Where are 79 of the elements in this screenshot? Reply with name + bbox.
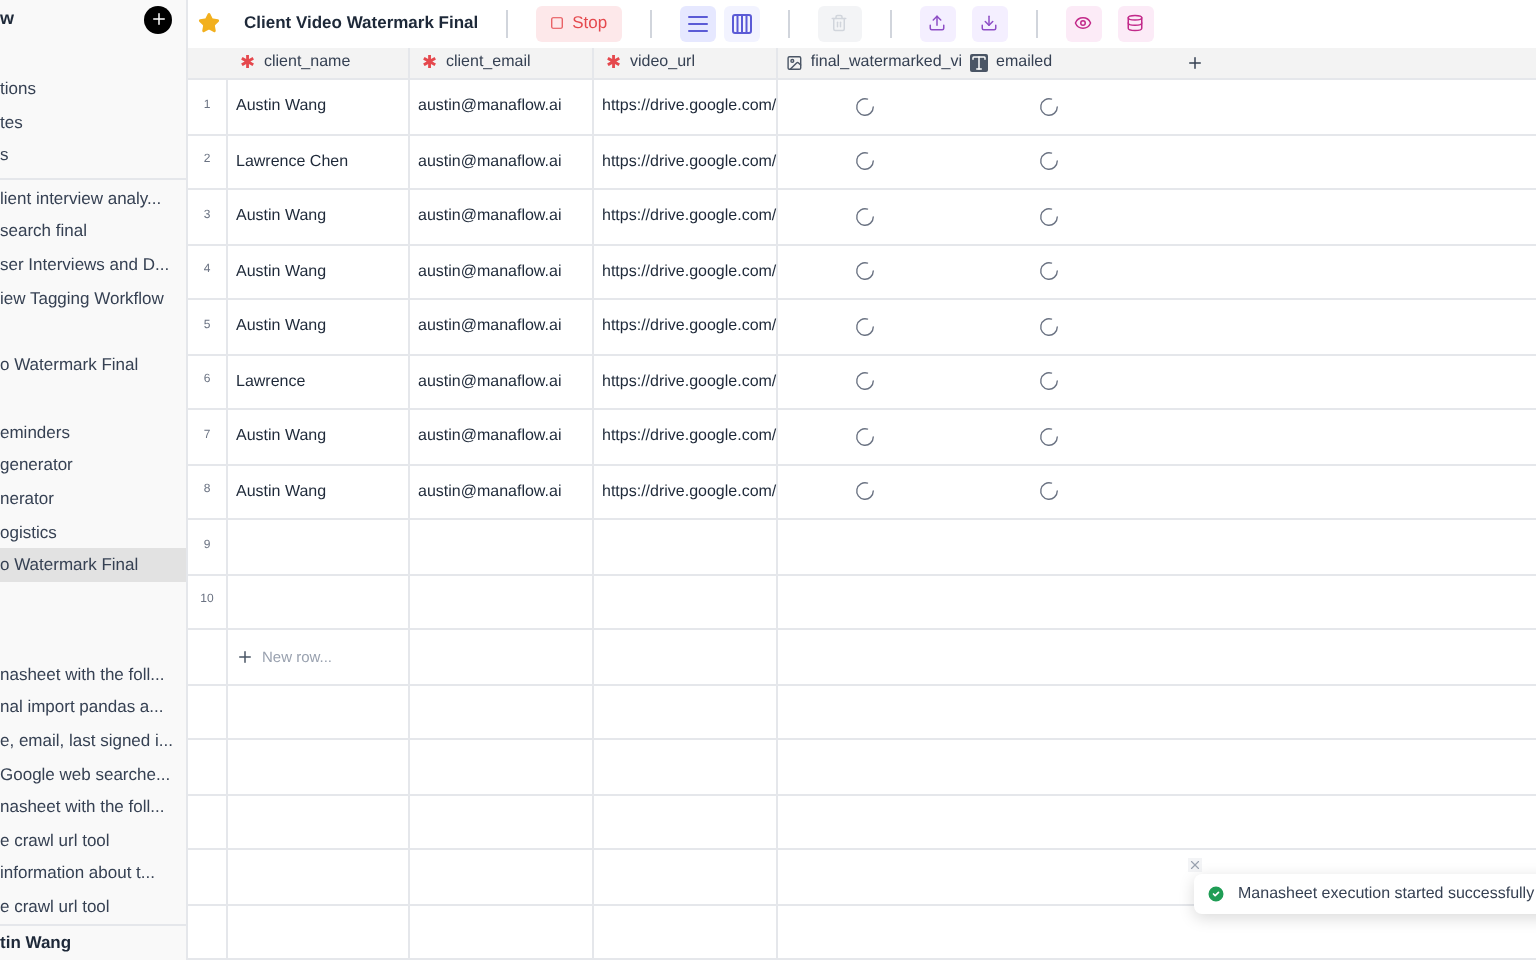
sidebar-item[interactable]: tions (0, 72, 186, 106)
column-header[interactable]: ✱ video_url (594, 47, 778, 78)
add-column-icon[interactable] (1186, 53, 1204, 72)
user-name: tin Wang (0, 929, 72, 956)
table-cell: Lawrence Chen (236, 149, 349, 174)
download-icon (980, 14, 999, 33)
table-cell: austin@manaflow.ai (418, 314, 562, 339)
column-header[interactable]: final_watermarked_vi (778, 47, 962, 78)
stop-square-icon (550, 16, 565, 31)
sidebar-item[interactable]: nerator (0, 482, 186, 516)
column-header[interactable]: ✱ client_name (228, 47, 410, 78)
sidebar-item[interactable]: e, email, last signed i... (0, 724, 186, 758)
table-cell: austin@manaflow.ai (418, 149, 562, 174)
table-cell: Lawrence (236, 369, 306, 394)
required-marker: ✱ (422, 53, 438, 72)
sidebar-item[interactable]: s (0, 138, 186, 172)
sidebar-item[interactable]: nal import pandas a... (0, 690, 186, 725)
required-marker: ✱ (606, 53, 622, 72)
upload-icon (928, 14, 947, 33)
check-circle-icon (1206, 884, 1226, 904)
table-cell: Austin Wang (236, 314, 327, 339)
toast-message: Manasheet execution started successfully (1238, 882, 1535, 906)
table-cell: https://drive.google.com/ (602, 149, 777, 174)
table-cell: Austin Wang (236, 424, 327, 449)
column-header[interactable]: ✱ client_email (410, 47, 594, 78)
rows-view-icon (685, 11, 710, 36)
table-cell: austin@manaflow.ai (418, 204, 562, 229)
table-cell: https://drive.google.com/ (602, 369, 777, 394)
table-cell: https://drive.google.com/ (602, 94, 777, 119)
upload-button[interactable] (919, 5, 956, 42)
columns-view-icon (729, 11, 754, 36)
table-cell: austin@manaflow.ai (418, 369, 562, 394)
view-toggle-button[interactable] (723, 5, 760, 42)
table-cell: austin@manaflow.ai (418, 479, 562, 504)
sidebar-item[interactable]: nasheet with the foll... (0, 657, 186, 691)
plus-icon (149, 10, 167, 29)
download-button[interactable] (971, 5, 1008, 42)
sidebar-item[interactable]: ser Interviews and D... (0, 248, 186, 282)
sidebar-item[interactable]: tes (0, 105, 186, 139)
star-icon[interactable] (198, 12, 220, 35)
sidebar-item[interactable]: eminders (0, 415, 186, 449)
sidebar-item[interactable]: o Watermark Final (0, 548, 186, 582)
sidebar-item[interactable]: search final (0, 215, 186, 249)
table-cell: austin@manaflow.ai (418, 94, 562, 119)
sheet-title: Client Video Watermark Final (244, 10, 479, 37)
sidebar-item[interactable]: lient interview analy... (0, 181, 186, 216)
plus-icon (236, 647, 254, 666)
table-cell: Austin Wang (236, 204, 327, 229)
sidebar-item[interactable]: iew Tagging Workflow (0, 281, 186, 315)
sidebar-item[interactable]: o Watermark Final (0, 348, 186, 382)
table-cell: https://drive.google.com/ (602, 424, 777, 449)
table-cell: https://drive.google.com/ (602, 314, 777, 339)
table-cell: Austin Wang (236, 259, 327, 284)
table-cell: https://drive.google.com/ (602, 479, 777, 504)
table-cell: austin@manaflow.ai (418, 424, 562, 449)
sidebar-title: w (0, 5, 15, 32)
table-cell: Austin Wang (236, 94, 327, 119)
table-cell: https://drive.google.com/ (602, 259, 777, 284)
sidebar-item[interactable]: generator (0, 449, 186, 483)
sidebar-item[interactable]: information about t... (0, 856, 186, 891)
preview-button[interactable] (1065, 5, 1102, 42)
table-cell: https://drive.google.com/ (602, 204, 777, 229)
table-cell: Austin Wang (236, 479, 327, 504)
text-type-icon (970, 53, 988, 72)
sidebar-item[interactable]: Google web searche... (0, 757, 186, 791)
database-icon (1126, 14, 1145, 33)
sidebar-item[interactable]: nasheet with the foll... (0, 790, 186, 824)
database-button[interactable] (1117, 5, 1154, 42)
column-header[interactable]: emailed (962, 47, 1146, 78)
trash-icon (830, 14, 849, 33)
sidebar-item[interactable]: e crawl url tool (0, 823, 186, 857)
required-marker: ✱ (240, 53, 256, 72)
view-toggle-button[interactable] (679, 5, 716, 42)
add-button[interactable] (144, 5, 172, 34)
eye-icon (1074, 14, 1093, 33)
table-cell: austin@manaflow.ai (418, 259, 562, 284)
image-icon (786, 53, 803, 72)
sidebar-item[interactable]: ogistics (0, 515, 186, 549)
sidebar-item[interactable]: e crawl url tool (0, 890, 186, 924)
